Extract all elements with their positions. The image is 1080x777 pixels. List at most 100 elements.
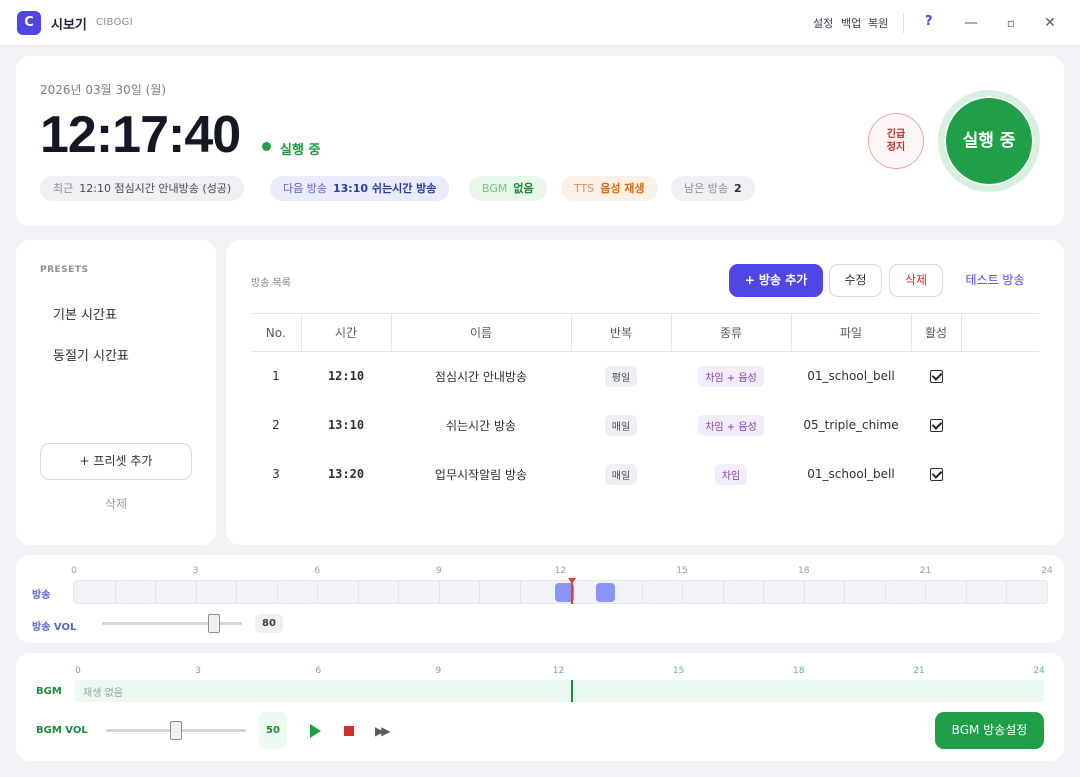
col-time: 시간 [301,313,392,352]
timeline-tick-label: 15 [676,566,688,576]
menu-backup[interactable]: 백업 [841,15,861,31]
chip-bgm: BGM 없음 [469,176,547,201]
fast-forward-icon[interactable]: ▶▶ [375,724,391,742]
menu-restore[interactable]: 복원 [868,15,888,31]
preset-item-winter[interactable]: 동절기 시간표 [53,345,129,364]
bgm-settings-button[interactable]: BGM 방송설정 [935,712,1044,749]
chip-next: 다음 방송 13:10 쉬는시간 방송 [270,176,450,201]
title-bar: C 시보기 CIBOGI 설정 백업 복원 ? — ▫ ✕ [0,0,1080,46]
timeline-gridline [479,581,481,603]
maximize-icon[interactable]: ▫ [998,10,1024,36]
timeline-gridline [965,581,967,603]
col-repeat: 반복 [571,313,672,352]
col-name: 이름 [391,313,572,352]
help-button[interactable]: ? [925,14,933,29]
row-no: 1 [272,369,280,384]
schedule-title: 방송 목록 [251,278,291,289]
table-row[interactable]: 1 12:10 점심시간 안내방송 평일 차임 + 음성 01_school_b… [251,352,1039,401]
row-repeat-badge: 평일 [604,365,638,387]
bgm-current-time-line [571,680,573,702]
play-icon[interactable] [310,724,321,738]
current-time-marker-icon [568,578,577,584]
chip-next-key: 다음 방송 [283,182,327,195]
timeline-gridline [357,581,359,603]
bgm-tick-label: 18 [793,666,805,676]
timeline-gridline [438,581,440,603]
row-type-badge: 차임 + 음성 [698,414,764,436]
row-type-badge: 차임 + 음성 [698,365,764,387]
broadcast-timeline-track[interactable] [73,580,1048,604]
current-date: 2026년 03월 30일 (월) [40,83,167,97]
row-name: 업무시작알림 방송 [434,467,528,482]
app-subtitle: CIBOGI [96,17,133,28]
timeline-gridline [925,581,927,603]
chip-recent-value: 12:10 점심시간 안내방송 (성공) [79,182,232,195]
col-file: 파일 [791,313,912,352]
titlebar-divider [903,13,904,33]
chip-next-value: 13:10 쉬는시간 방송 [332,182,437,195]
menu-settings[interactable]: 설정 [813,15,833,31]
table-row[interactable]: 3 13:20 업무시작알림 방송 매일 차임 01_school_bell [251,450,1039,499]
col-no: No. [251,313,302,352]
row-repeat-badge: 매일 [604,414,638,436]
chip-bgm-value: 없음 [513,182,534,195]
run-toggle-button[interactable]: 실행 중 [944,96,1034,186]
delete-broadcast-button[interactable]: 삭제 [889,264,943,297]
bgm-vol-thumb[interactable] [170,721,182,740]
timeline-gridline [155,581,157,603]
timeline-gridline [276,581,278,603]
schedule-table: No. 시간 이름 반복 종류 파일 활성 1 12:10 점심시간 안내방송 … [251,313,1039,499]
running-state-text: 실행 중 [280,143,321,158]
edit-broadcast-button[interactable]: 수정 [829,264,882,297]
bgm-vol-label: BGM VOL [36,725,88,736]
bgm-card [16,653,1064,761]
emergency-stop-button[interactable]: 긴급 정지 [868,113,924,169]
emergency-line2: 정지 [886,142,906,153]
broadcast-vol-label: 방송 VOL [32,622,77,633]
timeline-tick-label: 0 [71,566,77,576]
row-active-checkbox[interactable] [929,468,943,481]
timeline-tick-label: 24 [1041,566,1053,576]
timeline-gridline [1006,581,1008,603]
timeline-tick-label: 12 [554,566,567,576]
row-time: 13:10 [327,418,365,432]
chip-remaining-value: 2 [733,182,742,195]
broadcast-vol-thumb[interactable] [208,614,220,633]
bgm-tick-label: 24 [1033,666,1045,676]
timeline-gridline [398,581,400,603]
timeline-event-marker[interactable] [595,583,615,602]
timeline-gridline [884,581,886,603]
timeline-gridline [519,581,521,603]
row-name: 점심시간 안내방송 [434,369,528,384]
timeline-tick-label: 9 [436,566,442,576]
timeline-gridline [722,581,724,603]
row-repeat-badge: 매일 [604,463,638,485]
timeline-gridline [195,581,197,603]
add-preset-button[interactable]: + 프리셋 추가 [40,443,192,480]
broadcast-vol-slider[interactable] [102,622,242,625]
add-broadcast-button[interactable]: + 방송 추가 [729,264,823,297]
row-active-checkbox[interactable] [929,419,943,432]
chip-bgm-key: BGM [482,182,508,195]
test-broadcast-button[interactable]: 테스트 방송 [955,264,1035,297]
preset-item-default[interactable]: 기본 시간표 [53,304,117,323]
close-icon[interactable]: ✕ [1037,10,1063,36]
col-type: 종류 [671,313,792,352]
bgm-tick-label: 3 [195,666,201,676]
presets-title: PRESETS [40,265,89,275]
timeline-gridline [803,581,805,603]
row-file: 05_triple_chime [803,418,899,432]
minimize-icon[interactable]: — [958,10,984,36]
bgm-timeline-track[interactable]: 재생 없음 [75,680,1044,702]
bgm-tick-label: 0 [75,666,81,676]
app-logo-icon: C [17,11,41,35]
timeline-tick-label: 21 [919,566,932,576]
delete-preset-button[interactable]: 삭제 [40,495,192,512]
timeline-tick-label: 18 [798,566,810,576]
table-row[interactable]: 2 13:10 쉬는시간 방송 매일 차임 + 음성 05_triple_chi… [251,401,1039,450]
app-name: 시보기 [51,18,87,33]
timeline-gridline [682,581,684,603]
chip-remaining: 남은 방송 2 [671,176,755,201]
stop-icon[interactable] [344,726,354,736]
row-active-checkbox[interactable] [929,370,943,384]
